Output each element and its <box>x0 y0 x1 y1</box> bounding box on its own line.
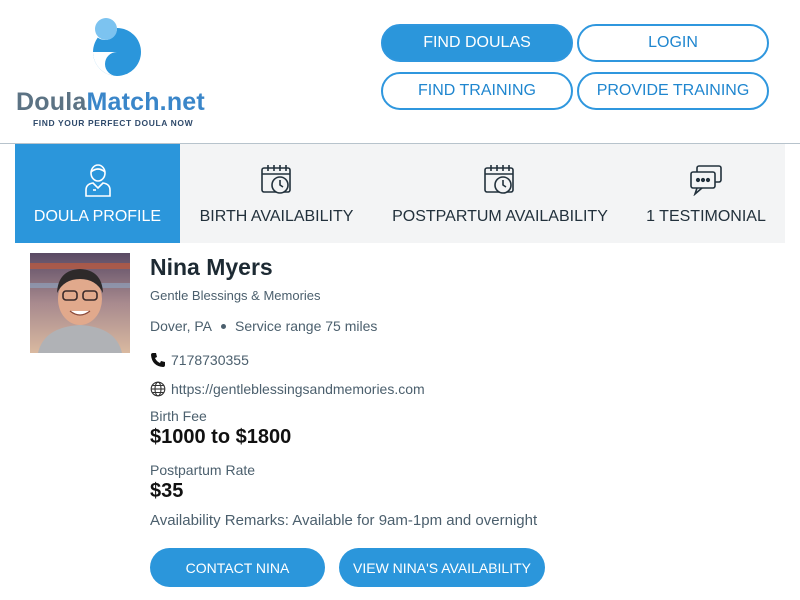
profile-tabs: DOULA PROFILE BIRTH AVAILABILITY POSTPAR… <box>15 144 785 243</box>
globe-icon <box>150 381 166 397</box>
location: Dover, PA <box>150 318 212 334</box>
website-line[interactable]: https://gentleblessingsandmemories.com <box>150 381 425 397</box>
contact-button[interactable]: CONTACT NINA <box>150 548 325 587</box>
tab-testimonial[interactable]: 1 TESTIMONIAL <box>627 144 785 243</box>
logo-text-part2: Match.net <box>86 88 205 116</box>
login-button[interactable]: LOGIN <box>577 24 769 62</box>
birth-fee-value: $1000 to $1800 <box>150 426 292 448</box>
tab-birth-availability[interactable]: BIRTH AVAILABILITY <box>180 144 373 243</box>
logo-tagline: FIND YOUR PERFECT DOULA NOW <box>33 118 194 128</box>
phone-icon <box>151 353 165 367</box>
logo-wordmark[interactable]: DoulaMatch.net <box>16 88 205 117</box>
calendar-clock-icon <box>259 162 295 198</box>
separator-dot <box>221 323 226 329</box>
doula-person-icon <box>80 162 116 198</box>
chat-bubbles-icon <box>688 162 724 198</box>
doula-name: Nina Myers <box>150 254 273 280</box>
doula-photo <box>30 253 130 353</box>
tab-doula-profile[interactable]: DOULA PROFILE <box>15 144 180 243</box>
postpartum-rate-value: $35 <box>150 480 184 502</box>
service-range: Service range 75 miles <box>235 318 378 334</box>
website-link[interactable]: https://gentleblessingsandmemories.com <box>171 381 425 397</box>
view-availability-button[interactable]: VIEW NINA'S AVAILABILITY <box>339 548 545 587</box>
calendar-clock-icon <box>482 162 518 198</box>
birth-fee-label: Birth Fee <box>150 408 207 424</box>
tab-postpartum-availability[interactable]: POSTPARTUM AVAILABILITY <box>373 144 627 243</box>
logo-icon[interactable] <box>92 12 142 80</box>
tab-label: BIRTH AVAILABILITY <box>199 208 354 225</box>
tab-label: DOULA PROFILE <box>33 208 162 225</box>
tab-label: 1 TESTIMONIAL <box>646 208 766 225</box>
postpartum-rate-label: Postpartum Rate <box>150 462 256 478</box>
phone-line[interactable]: 7178730355 <box>150 352 249 368</box>
provide-training-button[interactable]: PROVIDE TRAINING <box>577 72 769 110</box>
site-header: DoulaMatch.net FIND YOUR PERFECT DOULA N… <box>0 0 800 144</box>
find-doulas-button[interactable]: FIND DOULAS <box>381 24 573 62</box>
tab-label: POSTPARTUM AVAILABILITY <box>392 208 608 225</box>
phone-number[interactable]: 7178730355 <box>171 352 249 368</box>
availability-remarks: Availability Remarks: Available for 9am-… <box>150 512 538 529</box>
location-line: Dover, PA Service range 75 miles <box>150 318 377 334</box>
logo-text-part1: Doula <box>16 88 87 116</box>
business-name: Gentle Blessings & Memories <box>150 288 321 303</box>
find-training-button[interactable]: FIND TRAINING <box>381 72 573 110</box>
